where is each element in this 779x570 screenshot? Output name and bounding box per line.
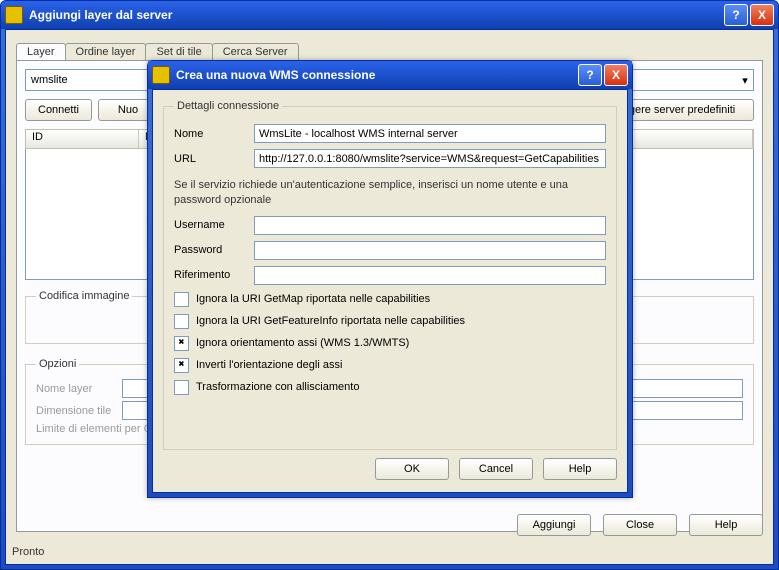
- window-help-button[interactable]: ?: [724, 4, 748, 26]
- cancel-button[interactable]: Cancel: [459, 458, 533, 480]
- label-password: Password: [174, 244, 244, 256]
- group-dettagli-legend: Dettagli connessione: [174, 100, 282, 112]
- label-url: URL: [174, 153, 244, 165]
- group-opzioni-legend: Opzioni: [36, 358, 79, 370]
- checkbox-inverti-orientazione[interactable]: [174, 358, 189, 373]
- label-username: Username: [174, 219, 244, 231]
- modal-help-button-bottom[interactable]: Help: [543, 458, 617, 480]
- modal-help-button[interactable]: ?: [578, 64, 602, 86]
- wms-connection-dialog: Crea una nuova WMS connessione ? X Detta…: [147, 60, 633, 498]
- checkbox-inverti-orientazione-label: Inverti l'orientazione degli assi: [196, 359, 342, 371]
- label-riferimento: Riferimento: [174, 269, 244, 281]
- tab-cerca-server[interactable]: Cerca Server: [212, 43, 299, 60]
- chevron-down-icon[interactable]: ▾: [737, 70, 753, 90]
- checkbox-ignora-orientamento-label: Ignora orientamento assi (WMS 1.3/WMTS): [196, 337, 409, 349]
- dialog-bottom-buttons: Aggiungi Close Help: [517, 514, 763, 536]
- checkbox-trasformazione[interactable]: [174, 380, 189, 395]
- checkbox-ignora-getmap-label: Ignora la URI GetMap riportata nelle cap…: [196, 293, 430, 305]
- auth-hint: Se il servizio richiede un'autenticazion…: [174, 178, 606, 208]
- main-window-title: Aggiungi layer dal server: [29, 8, 724, 22]
- group-dettagli-connessione: Dettagli connessione Nome URL Se il serv…: [163, 100, 617, 450]
- label-dimensione-tile: Dimensione tile: [36, 405, 116, 417]
- window-close-button[interactable]: X: [750, 4, 774, 26]
- tab-layer[interactable]: Layer: [16, 43, 66, 60]
- tab-strip: Layer Ordine layer Set di tile Cerca Ser…: [16, 40, 763, 60]
- password-input[interactable]: [254, 241, 606, 260]
- group-codifica-legend: Codifica immagine: [36, 290, 132, 302]
- app-icon: [5, 6, 23, 24]
- label-nome-layer: Nome layer: [36, 383, 116, 395]
- checkbox-trasformazione-label: Trasformazione con allisciamento: [196, 381, 359, 393]
- label-nome: Nome: [174, 128, 244, 140]
- tab-set-di-tile[interactable]: Set di tile: [145, 43, 212, 60]
- checkbox-ignora-orientamento[interactable]: [174, 336, 189, 351]
- modal-button-row: OK Cancel Help: [163, 458, 617, 480]
- modal-close-button[interactable]: X: [604, 64, 628, 86]
- close-button[interactable]: Close: [603, 514, 677, 536]
- checkbox-ignora-getmap[interactable]: [174, 292, 189, 307]
- riferimento-input[interactable]: [254, 266, 606, 285]
- main-titlebar[interactable]: Aggiungi layer dal server ? X: [1, 1, 778, 29]
- nome-input[interactable]: [254, 124, 606, 143]
- ok-button[interactable]: OK: [375, 458, 449, 480]
- username-input[interactable]: [254, 216, 606, 235]
- col-id[interactable]: ID: [26, 130, 139, 148]
- checkbox-ignora-getfeatureinfo[interactable]: [174, 314, 189, 329]
- tab-ordine-layer[interactable]: Ordine layer: [65, 43, 147, 60]
- modal-titlebar[interactable]: Crea una nuova WMS connessione ? X: [148, 61, 632, 89]
- url-input[interactable]: [254, 149, 606, 168]
- connetti-button[interactable]: Connetti: [25, 99, 92, 121]
- help-button[interactable]: Help: [689, 514, 763, 536]
- app-icon: [152, 66, 170, 84]
- status-bar: Pronto: [12, 546, 44, 558]
- checkbox-ignora-getfeatureinfo-label: Ignora la URI GetFeatureInfo riportata n…: [196, 315, 465, 327]
- aggiungi-button[interactable]: Aggiungi: [517, 514, 591, 536]
- modal-client-area: Dettagli connessione Nome URL Se il serv…: [152, 89, 628, 493]
- modal-title: Crea una nuova WMS connessione: [176, 68, 578, 82]
